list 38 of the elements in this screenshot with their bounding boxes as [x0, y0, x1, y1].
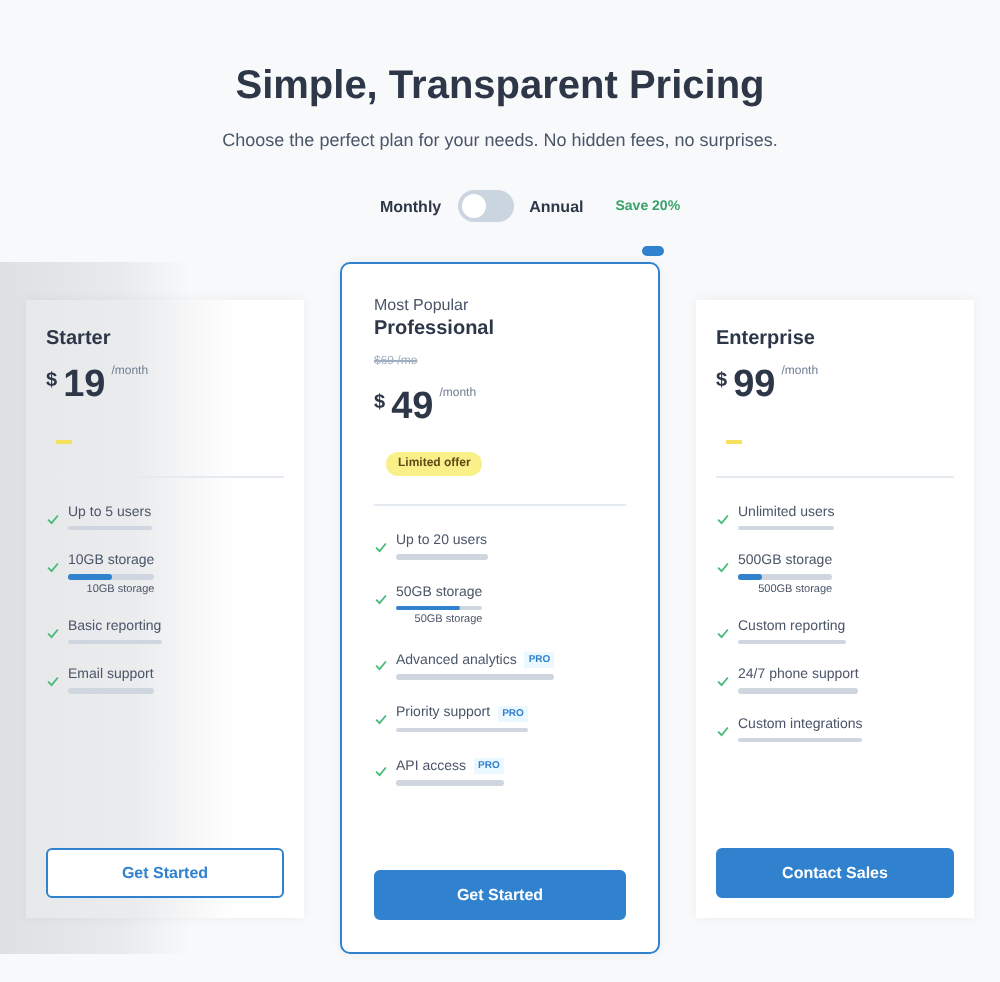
check-icon — [716, 723, 730, 737]
check-icon — [46, 560, 60, 574]
check-icon — [374, 540, 388, 554]
plan-button[interactable]: Get Started — [46, 847, 284, 897]
feature-underline — [396, 554, 488, 559]
corner-pill — [642, 246, 664, 256]
feature-underline — [738, 737, 863, 742]
price-amount: 99 — [733, 365, 776, 405]
feature-underline — [396, 780, 504, 785]
check-icon — [716, 560, 730, 574]
currency-sign: $ — [374, 392, 386, 414]
annual-label: Annual — [529, 197, 584, 215]
check-icon — [374, 764, 388, 778]
feature-underline — [738, 688, 859, 693]
feature-underline — [396, 727, 528, 732]
currency-sign: $ — [716, 369, 728, 391]
plan-tagline: Most Popular — [374, 296, 471, 314]
feature-underline — [738, 525, 835, 530]
check-icon — [374, 658, 388, 672]
price-amount: 49 — [391, 388, 434, 428]
plan-name: Professional — [374, 318, 497, 340]
plan-button[interactable]: Get Started — [374, 870, 626, 920]
check-icon — [716, 674, 730, 688]
check-icon — [716, 625, 730, 639]
feature-underline — [738, 639, 846, 644]
plan-name: Starter — [46, 327, 113, 349]
check-icon — [46, 674, 60, 688]
plan-name: Enterprise — [716, 327, 817, 349]
check-icon — [46, 625, 60, 639]
check-icon — [374, 591, 388, 605]
billing-toggle[interactable] — [457, 190, 514, 222]
check-icon — [374, 711, 388, 725]
price-amount: 19 — [63, 365, 106, 405]
monthly-label: Monthly — [379, 197, 442, 215]
check-icon — [46, 511, 60, 525]
currency-sign: $ — [46, 369, 58, 391]
check-icon — [716, 511, 730, 525]
plan-button[interactable]: Contact Sales — [716, 847, 954, 897]
